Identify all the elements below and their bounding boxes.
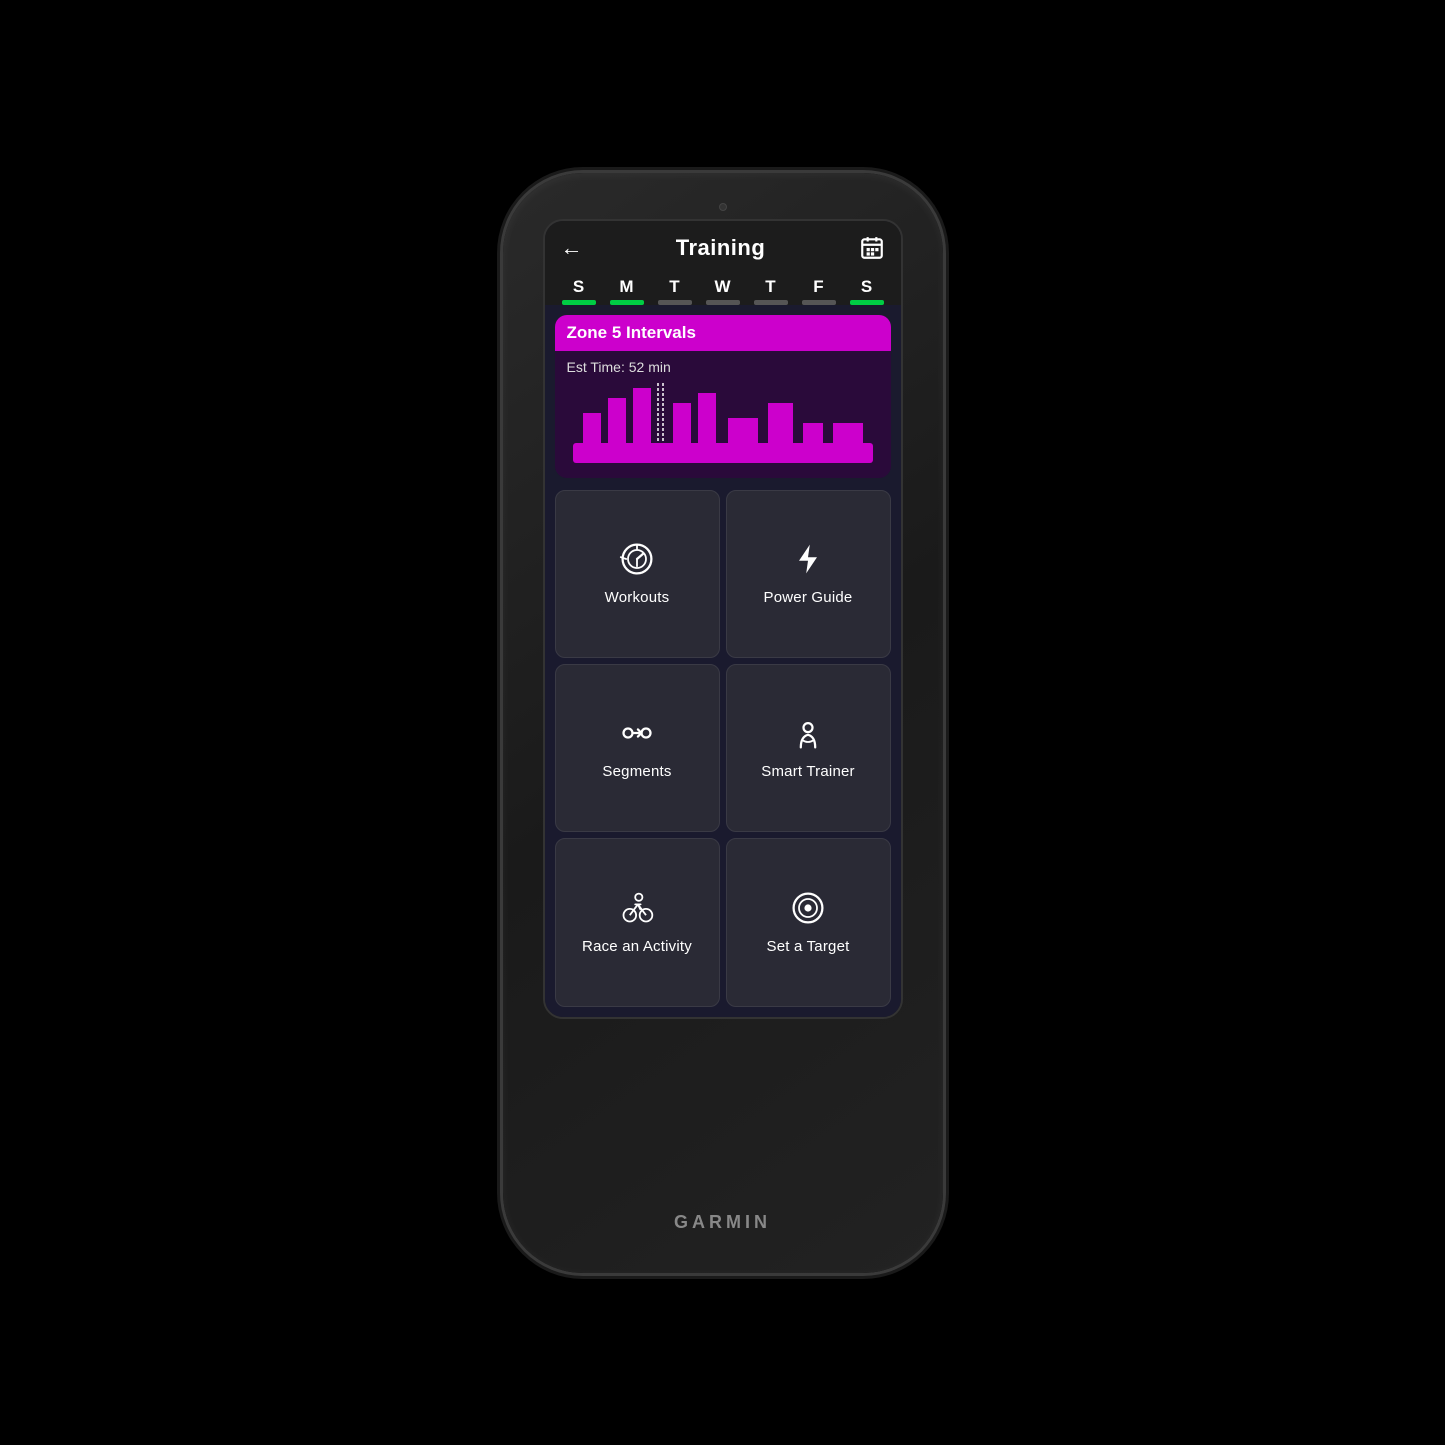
workout-name: Zone 5 Intervals [567, 323, 696, 342]
day-item-6[interactable]: S [850, 277, 884, 305]
workouts-icon [619, 541, 655, 583]
day-bar-3 [706, 300, 740, 305]
menu-label-power-guide: Power Guide [764, 589, 853, 606]
target-icon [790, 890, 826, 932]
day-label-5: F [813, 277, 823, 297]
menu-grid: Workouts Power Guide Segments Smart Trai… [545, 486, 901, 1017]
page-wrapper: ← Training [0, 0, 1445, 1445]
menu-item-race-activity[interactable]: Race an Activity [555, 838, 720, 1006]
camera-notch [719, 203, 727, 211]
day-item-0[interactable]: S [562, 277, 596, 305]
screen-bezel: ← Training [543, 219, 903, 1019]
day-selector: SMTWTFS [545, 271, 901, 305]
day-item-5[interactable]: F [802, 277, 836, 305]
calendar-icon[interactable] [859, 235, 885, 261]
day-item-2[interactable]: T [658, 277, 692, 305]
workout-card-body: Est Time: 52 min [555, 351, 891, 478]
menu-label-segments: Segments [602, 763, 671, 780]
page-title: Training [676, 235, 766, 261]
day-bar-5 [802, 300, 836, 305]
menu-item-smart-trainer[interactable]: Smart Trainer [726, 664, 891, 832]
workout-card[interactable]: Zone 5 Intervals Est Time: 52 min [555, 315, 891, 478]
workout-card-header: Zone 5 Intervals [555, 315, 891, 351]
day-label-4: T [765, 277, 775, 297]
day-bar-4 [754, 300, 788, 305]
est-time: Est Time: 52 min [567, 359, 879, 375]
day-item-1[interactable]: M [610, 277, 644, 305]
menu-item-segments[interactable]: Segments [555, 664, 720, 832]
garmin-device: ← Training [503, 173, 943, 1273]
segments-icon [619, 715, 655, 757]
day-label-1: M [619, 277, 633, 297]
day-bar-2 [658, 300, 692, 305]
menu-label-race-activity: Race an Activity [582, 938, 692, 955]
day-bar-6 [850, 300, 884, 305]
screen: ← Training [545, 221, 901, 1017]
garmin-brand: GARMIN [674, 1212, 771, 1233]
day-bar-0 [562, 300, 596, 305]
back-button[interactable]: ← [561, 235, 583, 261]
race-icon [619, 890, 655, 932]
day-item-3[interactable]: W [706, 277, 740, 305]
menu-item-workouts[interactable]: Workouts [555, 490, 720, 658]
menu-label-workouts: Workouts [605, 589, 670, 606]
menu-label-set-target: Set a Target [766, 938, 849, 955]
day-label-3: W [714, 277, 730, 297]
day-label-0: S [573, 277, 584, 297]
day-label-6: S [861, 277, 872, 297]
menu-label-smart-trainer: Smart Trainer [761, 763, 854, 780]
day-label-2: T [669, 277, 679, 297]
workout-chart [567, 383, 879, 463]
smart-trainer-icon [790, 715, 826, 757]
header: ← Training [545, 221, 901, 271]
device-top: ← Training [523, 203, 923, 1019]
day-item-4[interactable]: T [754, 277, 788, 305]
power-icon [790, 541, 826, 583]
day-bar-1 [610, 300, 644, 305]
menu-item-set-target[interactable]: Set a Target [726, 838, 891, 1006]
menu-item-power-guide[interactable]: Power Guide [726, 490, 891, 658]
